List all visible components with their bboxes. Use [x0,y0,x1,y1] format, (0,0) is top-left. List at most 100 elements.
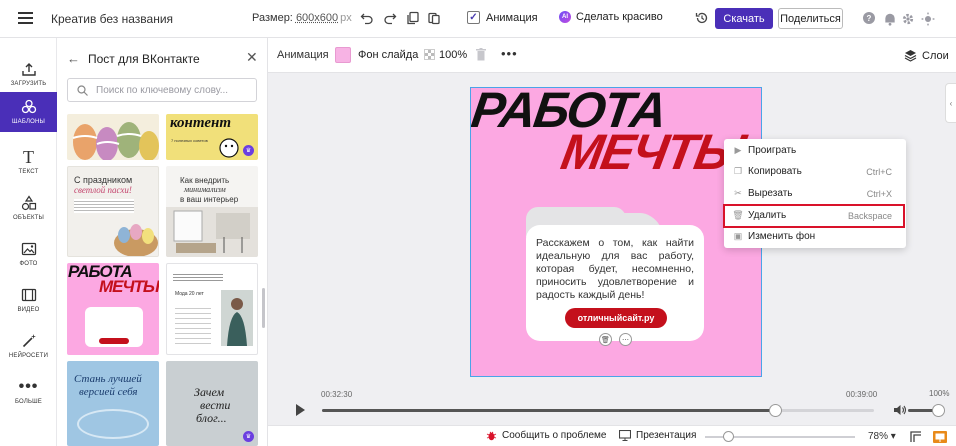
volume-icon[interactable] [893,403,907,417]
template-card-easter-greeting[interactable]: С праздником светлой пасхи! [67,166,159,257]
trash-icon[interactable] [476,48,486,61]
slide-canvas[interactable]: РАБОТА МЕЧТЫ Расскажем о том, как найти … [470,87,762,377]
templates-panel: ← Пост для ВКонтакте ✕ контент 7 полезны… [57,38,268,446]
rail-item-text[interactable]: T ТЕКСТ [0,140,57,184]
redo-icon[interactable] [383,11,397,25]
element-more-icon[interactable]: ⋯ [619,333,632,346]
template-card-content[interactable]: контент 7 полезных советов ♛ [166,114,258,160]
egg-basket-illustration [114,224,158,256]
template-title2: версией себя [79,386,138,398]
play-icon[interactable] [296,404,305,416]
context-menu-label: Удалить [748,210,787,221]
sun-icon[interactable] [921,12,935,26]
background-color-swatch[interactable] [335,47,351,63]
template-title2: МЕЧТЫ [99,277,159,296]
rail-item-label: ОБЪЕКТЫ [12,215,45,221]
rail-item-label: НЕЙРОСЕТИ [8,353,49,359]
close-icon[interactable]: ✕ [246,50,258,64]
template-card-interior[interactable]: Как внедрить минимализм в ваш интерьер [166,166,258,257]
search-icon [77,85,88,96]
context-menu-copy[interactable]: ❐ Копировать Ctrl+C [724,161,906,182]
opacity-value[interactable]: 100% [439,49,467,61]
opacity-icon[interactable] [424,49,435,60]
template-lines [173,272,223,282]
template-card-dream-job[interactable]: РАБОТА МЕЧТЫ [67,263,159,355]
document-title[interactable]: Креатив без названия [51,12,173,26]
animation-toggle[interactable]: ✓ Анимация [467,11,538,24]
undo-icon[interactable] [360,11,374,25]
zoom-slider[interactable] [705,431,855,442]
slideshow-icon[interactable] [933,431,947,443]
volume-slider[interactable] [908,404,945,417]
rail-item-more[interactable]: ••• БОЛЬШЕ [0,370,57,414]
animation-label: Анимация [486,11,538,24]
context-menu-cut[interactable]: ✂ Вырезать Ctrl+X [724,183,906,204]
report-problem-button[interactable]: Сообщить о проблеме [486,430,606,441]
rail-item-label: ШАБЛОНЫ [11,119,46,125]
canvas-toolbar: Анимация Фон слайда 100% ••• Слои [268,38,956,73]
help-icon[interactable]: ? [863,12,875,24]
animation-tool[interactable]: Анимация [277,49,329,61]
template-card-easter-eggs[interactable] [67,114,159,160]
zoom-knob[interactable] [722,431,734,442]
more-options-icon[interactable]: ••• [501,46,518,61]
left-rail: ЗАГРУЗИТЬ ШАБЛОНЫ T ТЕКСТ ОБЪЕКТЫ ФОТО В… [0,38,57,446]
template-subtitle: 7 полезных советов [171,138,208,143]
settings-icon[interactable] [901,12,914,25]
beautify-button[interactable]: AI Сделать красиво [559,11,663,23]
fit-screen-icon[interactable] [910,431,922,443]
slide-title-dream[interactable]: МЕЧТЫ [557,124,748,180]
menu-icon[interactable] [18,12,33,24]
report-problem-label: Сообщить о проблеме [502,430,607,441]
timeline-scrubber[interactable] [768,404,782,417]
timeline-progress [322,409,775,412]
zoom-value[interactable]: 78% ▾ [868,431,896,442]
template-title: Как внедрить [180,176,230,185]
search-input[interactable] [96,83,251,98]
back-arrow-icon[interactable]: ← [67,52,80,65]
context-menu-change-bg[interactable]: ▣ Изменить фон [724,226,906,247]
slide-link-button[interactable]: отличныйсайт.ру [565,308,667,328]
canvas-size[interactable]: Размер: 600x600 px [252,12,352,24]
rail-item-video[interactable]: ВИДЕО [0,278,57,322]
trash-icon: 🗑 [732,210,744,220]
template-card-better-self[interactable]: Стань лучшей версией себя [67,361,159,446]
image-icon: ▣ [733,231,743,241]
layers-button[interactable]: Слои [904,49,949,62]
context-menu-delete[interactable]: 🗑 Удалить Backspace [724,205,906,226]
history-icon[interactable] [695,11,709,25]
rail-item-neural[interactable]: НЕЙРОСЕТИ [0,324,57,368]
side-panel-toggle[interactable]: ‹ [945,83,956,123]
template-card-fashion[interactable]: Мода 20 лет [166,263,258,355]
template-title: Стань лучшей [74,373,142,385]
template-lines2 [175,304,211,348]
model-photo [221,290,253,346]
rail-item-upload[interactable]: ЗАГРУЗИТЬ [0,52,57,96]
context-menu-label: Копировать [748,166,802,177]
video-icon [20,287,38,303]
download-button[interactable]: Скачать [715,8,773,29]
rail-item-photo[interactable]: ФОТО [0,232,57,276]
timeline-track[interactable] [322,404,874,417]
rail-item-templates[interactable]: ШАБЛОНЫ [0,92,57,132]
paste-icon[interactable] [427,11,441,25]
context-menu-label: Вырезать [748,188,793,199]
volume-knob[interactable] [932,404,945,417]
presentation-button[interactable]: Презентация [619,430,696,441]
text-icon: T [23,146,34,167]
copy-icon[interactable] [406,11,420,25]
delete-element-icon[interactable]: 🗑 [599,333,612,346]
template-title3: в ваш интерьер [180,195,239,204]
animation-checkbox[interactable]: ✓ [467,11,480,24]
slide-text-card[interactable]: Расскажем о том, как найти идеальную для… [526,225,704,341]
panel-scrollbar[interactable] [262,288,265,328]
notifications-icon[interactable] [883,12,895,26]
context-menu-play[interactable]: ▶ Проиграть [724,140,906,161]
share-button[interactable]: Поделиться [778,8,843,29]
search-box[interactable] [67,78,257,102]
background-label[interactable]: Фон слайда [358,49,418,61]
template-card-blog[interactable]: Зачем вести блог... ♛ [166,361,258,446]
size-value[interactable]: 600x600 [296,12,338,24]
slide-body-text[interactable]: Расскажем о том, как найти идеальную для… [536,237,694,302]
rail-item-objects[interactable]: ОБЪЕКТЫ [0,186,57,230]
